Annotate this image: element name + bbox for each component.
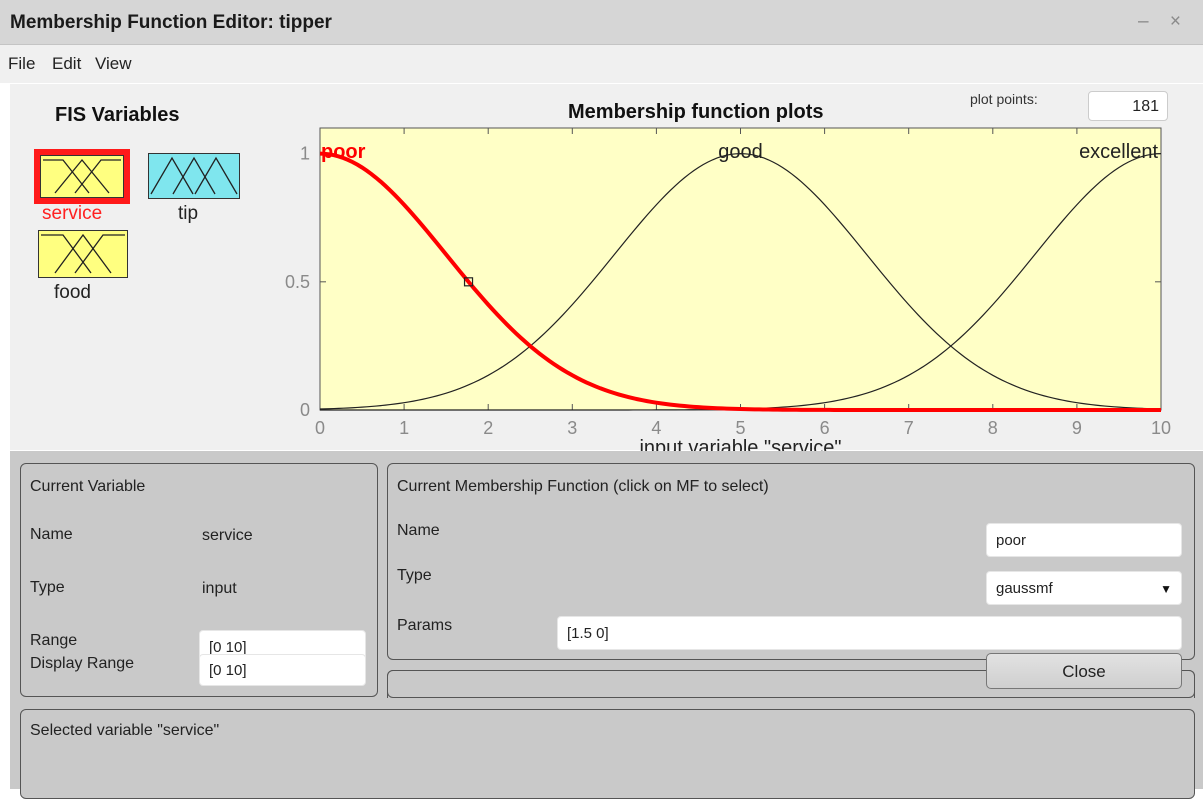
range-label: Range xyxy=(30,632,78,649)
mf-name-label: Name xyxy=(397,522,440,539)
display-range-label: Display Range xyxy=(30,655,135,672)
x-tick-label: 8 xyxy=(988,418,998,438)
x-tick-label: 5 xyxy=(735,418,745,438)
menu-view[interactable]: View xyxy=(95,54,132,74)
window-controls[interactable]: – × xyxy=(1138,11,1189,33)
mf-name-input[interactable]: poor xyxy=(986,523,1182,557)
chevron-down-icon: ▼ xyxy=(1160,582,1172,596)
close-button[interactable]: Close xyxy=(986,653,1182,689)
display-range-input[interactable]: [0 10] xyxy=(199,654,366,686)
x-tick-label: 4 xyxy=(651,418,661,438)
variable-type-value: input xyxy=(202,580,237,597)
y-tick-label: 0 xyxy=(300,400,310,420)
mf-params-label: Params xyxy=(397,617,453,634)
y-tick-label: 1 xyxy=(300,144,310,164)
current-mf-title: Current Membership Function (click on MF… xyxy=(397,478,769,495)
y-tick-label: 0.5 xyxy=(285,272,310,292)
variable-service-label[interactable]: service xyxy=(42,203,102,225)
menu-edit[interactable]: Edit xyxy=(52,54,81,74)
mf-label-excellent: excellent xyxy=(1079,141,1158,163)
menu-file[interactable]: File xyxy=(8,54,35,74)
mf-type-label: Type xyxy=(397,567,432,584)
x-tick-label: 2 xyxy=(483,418,493,438)
mf-params-input[interactable]: [1.5 0] xyxy=(557,616,1182,650)
current-variable-title: Current Variable xyxy=(30,478,146,495)
variable-name-label: Name xyxy=(30,526,73,543)
menu-bar xyxy=(0,45,1203,83)
x-tick-label: 0 xyxy=(315,418,325,438)
membership-function-chart[interactable]: 0 1 2 3 4 5 6 7 8 9 1000.51input variable "service… xyxy=(270,122,1180,456)
mf-type-value: gaussmf xyxy=(996,580,1053,597)
variable-tip-label[interactable]: tip xyxy=(178,203,198,225)
service-mf-icon[interactable] xyxy=(40,155,124,198)
x-tick-label: 9 xyxy=(1072,418,1082,438)
variable-type-label: Type xyxy=(30,579,65,596)
window-title: Membership Function Editor: tipper xyxy=(10,12,332,33)
x-tick-label: 1 xyxy=(399,418,409,438)
plot-points-label: plot points: xyxy=(970,91,1038,107)
fis-variables-title: FIS Variables xyxy=(55,104,180,126)
food-mf-icon[interactable] xyxy=(38,230,128,278)
variable-food-label[interactable]: food xyxy=(54,282,91,304)
x-tick-label: 7 xyxy=(904,418,914,438)
mf-label-good: good xyxy=(718,141,763,163)
tip-mf-icon[interactable] xyxy=(148,153,240,199)
mf-type-select[interactable]: gaussmf ▼ xyxy=(986,571,1182,605)
plot-points-input[interactable]: 181 xyxy=(1088,91,1168,121)
x-tick-label: 6 xyxy=(820,418,830,438)
plot-area xyxy=(319,127,1162,411)
plot-title: Membership function plots xyxy=(568,101,824,123)
variable-name-value: service xyxy=(202,527,253,544)
x-tick-label: 10 xyxy=(1151,418,1171,438)
status-text: Selected variable "service" xyxy=(30,722,220,739)
x-tick-label: 3 xyxy=(567,418,577,438)
mf-label-poor: poor xyxy=(321,141,366,163)
